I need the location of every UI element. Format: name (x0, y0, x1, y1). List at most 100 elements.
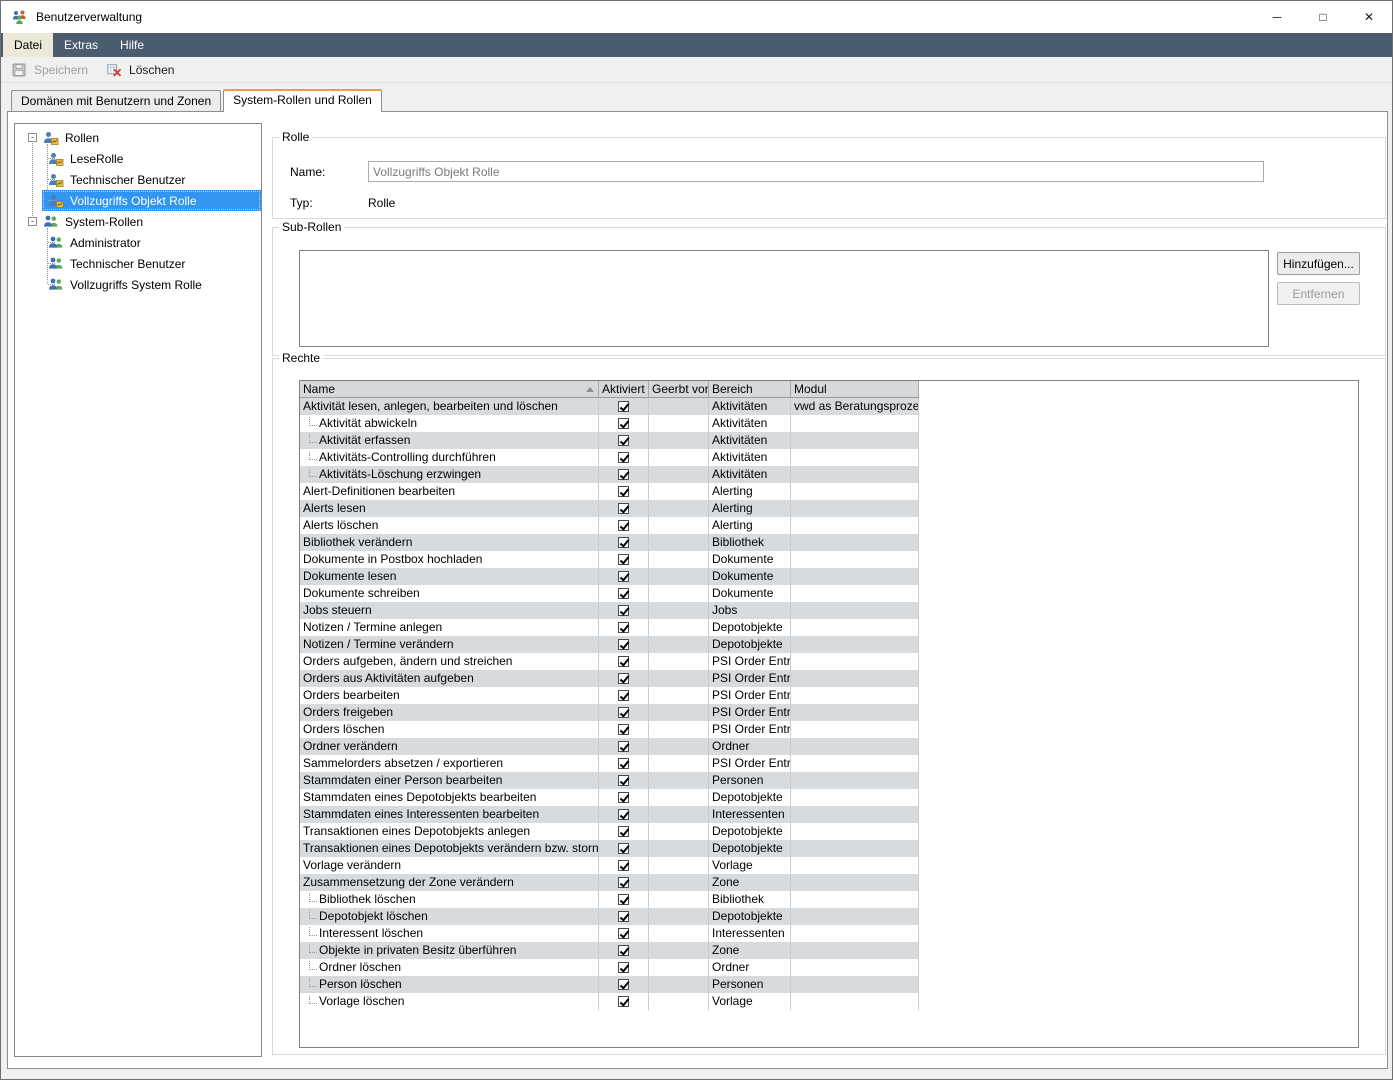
aktiviert-checkbox[interactable] (618, 673, 629, 684)
aktiviert-checkbox[interactable] (618, 452, 629, 463)
aktiviert-checkbox[interactable] (618, 894, 629, 905)
collapse-expander-icon[interactable]: - (28, 217, 37, 226)
aktiviert-checkbox[interactable] (618, 809, 629, 820)
rights-row[interactable]: Ordner löschenOrdner (300, 959, 1358, 976)
subrollen-list[interactable] (299, 250, 1269, 347)
aktiviert-checkbox[interactable] (618, 758, 629, 769)
aktiviert-checkbox[interactable] (618, 945, 629, 956)
maximize-button[interactable]: □ (1300, 1, 1346, 33)
aktiviert-checkbox[interactable] (618, 435, 629, 446)
name-input[interactable] (368, 161, 1264, 182)
aktiviert-checkbox[interactable] (618, 877, 629, 888)
rights-row[interactable]: Aktivität lesen, anlegen, bearbeiten und… (300, 398, 1358, 415)
tree-item-leserolle[interactable]: LeseRolle (15, 148, 261, 169)
rights-row[interactable]: Aktivitäts-Controlling durchführenAktivi… (300, 449, 1358, 466)
rights-row[interactable]: Dokumente in Postbox hochladenDokumente (300, 551, 1358, 568)
close-button[interactable]: ✕ (1346, 1, 1392, 33)
aktiviert-checkbox[interactable] (618, 962, 629, 973)
aktiviert-checkbox[interactable] (618, 622, 629, 633)
rights-row[interactable]: Alert-Definitionen bearbeitenAlerting (300, 483, 1358, 500)
rights-row[interactable]: Vorlage verändernVorlage (300, 857, 1358, 874)
rights-row[interactable]: Vorlage löschenVorlage (300, 993, 1358, 1010)
rights-row[interactable]: Orders bearbeitenPSI Order Entry (300, 687, 1358, 704)
aktiviert-checkbox[interactable] (618, 724, 629, 735)
aktiviert-checkbox[interactable] (618, 469, 629, 480)
rights-row[interactable]: Depotobjekt löschenDepotobjekte (300, 908, 1358, 925)
aktiviert-checkbox[interactable] (618, 707, 629, 718)
rights-row[interactable]: Stammdaten eines Depotobjekts bearbeiten… (300, 789, 1358, 806)
tab-system-rollen-und-rollen[interactable]: System-Rollen und Rollen (223, 89, 382, 112)
rights-row[interactable]: Bibliothek verändernBibliothek (300, 534, 1358, 551)
rights-row[interactable]: Orders aus Aktivitäten aufgebenPSI Order… (300, 670, 1358, 687)
rights-row[interactable]: Ordner verändernOrdner (300, 738, 1358, 755)
aktiviert-checkbox[interactable] (618, 656, 629, 667)
aktiviert-checkbox[interactable] (618, 639, 629, 650)
aktiviert-checkbox[interactable] (618, 605, 629, 616)
aktiviert-checkbox[interactable] (618, 775, 629, 786)
delete-button[interactable]: Löschen (100, 59, 184, 81)
rights-row[interactable]: Orders aufgeben, ändern und streichenPSI… (300, 653, 1358, 670)
rights-row[interactable]: Person löschenPersonen (300, 976, 1358, 993)
rights-row[interactable]: Stammdaten einer Person bearbeitenPerson… (300, 772, 1358, 789)
rights-row[interactable]: Jobs steuernJobs (300, 602, 1358, 619)
aktiviert-checkbox[interactable] (618, 979, 629, 990)
minimize-button[interactable]: ─ (1254, 1, 1300, 33)
rights-row[interactable]: Orders freigebenPSI Order Entry (300, 704, 1358, 721)
aktiviert-checkbox[interactable] (618, 690, 629, 701)
rights-row[interactable]: Alerts lesenAlerting (300, 500, 1358, 517)
aktiviert-checkbox[interactable] (618, 911, 629, 922)
aktiviert-checkbox[interactable] (618, 860, 629, 871)
rights-row[interactable]: Dokumente schreibenDokumente (300, 585, 1358, 602)
aktiviert-checkbox[interactable] (618, 503, 629, 514)
rights-row[interactable]: Interessent löschenInteressenten (300, 925, 1358, 942)
rights-row[interactable]: Aktivität erfassenAktivitäten (300, 432, 1358, 449)
aktiviert-checkbox[interactable] (618, 537, 629, 548)
menu-item-datei[interactable]: Datei (3, 33, 53, 57)
menu-item-hilfe[interactable]: Hilfe (109, 33, 155, 57)
aktiviert-checkbox[interactable] (618, 486, 629, 497)
add-subrole-button[interactable]: Hinzufügen... (1277, 252, 1360, 275)
rights-row[interactable]: Zusammensetzung der Zone verändernZone (300, 874, 1358, 891)
aktiviert-checkbox[interactable] (618, 571, 629, 582)
aktiviert-checkbox[interactable] (618, 741, 629, 752)
rights-row[interactable]: Sammelorders absetzen / exportierenPSI O… (300, 755, 1358, 772)
aktiviert-checkbox[interactable] (618, 588, 629, 599)
aktiviert-checkbox[interactable] (618, 554, 629, 565)
aktiviert-checkbox[interactable] (618, 843, 629, 854)
menu-item-extras[interactable]: Extras (53, 33, 109, 57)
tree-item-vollzugriffs-system-rolle[interactable]: Vollzugriffs System Rolle (15, 274, 261, 295)
aktiviert-checkbox[interactable] (618, 996, 629, 1007)
rights-row[interactable]: Objekte in privaten Besitz überführenZon… (300, 942, 1358, 959)
column-header-geerbt-von[interactable]: Geerbt von (649, 381, 709, 398)
rights-row[interactable]: Dokumente lesenDokumente (300, 568, 1358, 585)
save-button[interactable]: Speichern (5, 59, 98, 81)
column-header-bereich[interactable]: Bereich (709, 381, 791, 398)
rights-row[interactable]: Notizen / Termine verändernDepotobjekte (300, 636, 1358, 653)
aktiviert-checkbox[interactable] (618, 401, 629, 412)
column-header-name[interactable]: Name (300, 381, 599, 398)
tree-item-technischer-benutzer[interactable]: Technischer Benutzer (15, 169, 261, 190)
remove-subrole-button[interactable]: Entfernen (1277, 282, 1360, 305)
rights-row[interactable]: Transaktionen eines Depotobjekts anlegen… (300, 823, 1358, 840)
tree-item-administrator[interactable]: Administrator (15, 232, 261, 253)
rights-row[interactable]: Bibliothek löschenBibliothek (300, 891, 1358, 908)
tree-item-vollzugriffs-objekt-rolle[interactable]: Vollzugriffs Objekt Rolle (15, 190, 261, 211)
rights-row[interactable]: Stammdaten eines Interessenten bearbeite… (300, 806, 1358, 823)
aktiviert-checkbox[interactable] (618, 826, 629, 837)
tree-item-rollen[interactable]: -Rollen (15, 127, 261, 148)
rights-row[interactable]: Aktivitäts-Löschung erzwingenAktivitäten (300, 466, 1358, 483)
tab-domänen-mit-benutzern-und-zonen[interactable]: Domänen mit Benutzern und Zonen (11, 90, 221, 111)
aktiviert-checkbox[interactable] (618, 418, 629, 429)
rights-row[interactable]: Alerts löschenAlerting (300, 517, 1358, 534)
rights-row[interactable]: Aktivität abwickelnAktivitäten (300, 415, 1358, 432)
aktiviert-checkbox[interactable] (618, 520, 629, 531)
aktiviert-checkbox[interactable] (618, 792, 629, 803)
column-header-aktiviert[interactable]: Aktiviert (599, 381, 649, 398)
column-header-modul[interactable]: Modul (791, 381, 919, 398)
tree-item-system-rollen[interactable]: -System-Rollen (15, 211, 261, 232)
collapse-expander-icon[interactable]: - (28, 133, 37, 142)
aktiviert-checkbox[interactable] (618, 928, 629, 939)
rights-row[interactable]: Orders löschenPSI Order Entry (300, 721, 1358, 738)
tree-item-technischer-benutzer[interactable]: Technischer Benutzer (15, 253, 261, 274)
rights-row[interactable]: Notizen / Termine anlegenDepotobjekte (300, 619, 1358, 636)
